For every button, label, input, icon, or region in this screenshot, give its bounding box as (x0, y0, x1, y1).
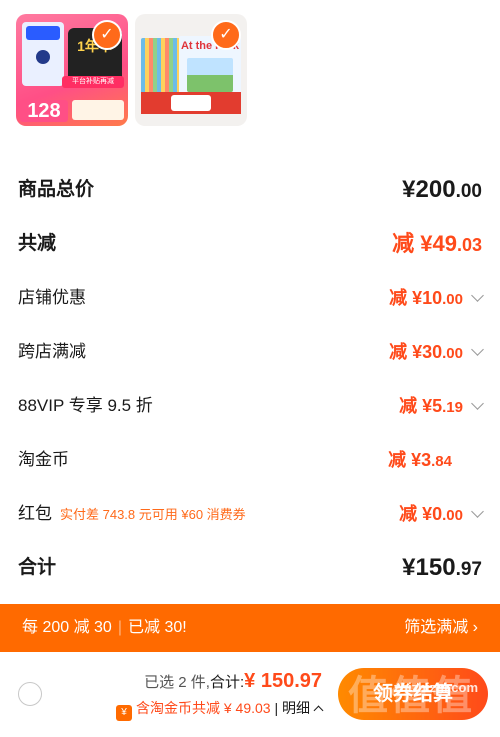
vip-discount-row[interactable]: 88VIP 专享 9.5 折 减 ¥5.19 (18, 391, 484, 423)
detail-link: 明细 (282, 700, 310, 716)
red-packet-label: 红包 实付差 743.8 元可用 ¥60 消费券 (18, 504, 246, 523)
shop-discount-value: 减 ¥10.00 (389, 283, 484, 315)
total-reduction-row: 共减 减 ¥49.03 (18, 229, 482, 259)
promo-status: 每 200 减 30 | 已减 30! (22, 619, 187, 636)
chevron-up-icon (313, 705, 324, 716)
coin-discount-detail[interactable]: ¥ 含淘金币共减 ¥ 49.03 | 明细 (115, 698, 324, 721)
product-thumbnail-books[interactable]: At the Park ✓ (135, 14, 247, 126)
shop-discount-row[interactable]: 店铺优惠 减 ¥10.00 (18, 283, 484, 315)
cross-store-discount-row[interactable]: 跨店满减 减 ¥30.00 (18, 337, 484, 369)
sum-label: 合计 (18, 557, 57, 578)
taojinbi-value: 减 ¥3.84 (388, 450, 452, 470)
red-packet-value: 减 ¥0.00 (399, 499, 484, 531)
checkmark-icon[interactable]: ✓ (92, 20, 122, 50)
total-price-row: 商品总价 ¥200.00 (18, 175, 482, 205)
checkout-bar: 已选 2 件,合计:¥ 150.97 ¥ 含淘金币共减 ¥ 49.03 | 明细 … (0, 652, 500, 737)
total-price-label: 商品总价 (18, 179, 95, 200)
cross-store-discount-value: 减 ¥30.00 (389, 337, 484, 369)
sum-value: ¥150.97 (402, 554, 482, 581)
select-all-radio[interactable] (18, 682, 42, 706)
selection-summary: 已选 2 件,合计:¥ 150.97 (144, 670, 322, 692)
cross-store-discount-label: 跨店满减 (18, 342, 86, 361)
book-box (141, 92, 241, 114)
filter-discount-link[interactable]: 筛选满减 › (404, 604, 478, 652)
taojinbi-row: 淘金币 减 ¥3.84 (18, 445, 482, 475)
chevron-down-icon[interactable] (471, 397, 484, 410)
chevron-down-icon[interactable] (471, 289, 484, 302)
price-badge: 128 (20, 100, 68, 122)
chevron-down-icon[interactable] (471, 505, 484, 518)
subsidy-banner: 平台补贴再减 (62, 76, 124, 88)
selected-items-strip: 1年卡 平台补贴再减 128 ✓ At the Park ✓ (0, 0, 500, 150)
card-graphic (22, 22, 64, 86)
sum-row: 合计 ¥150.97 (18, 553, 482, 583)
promo-strip (72, 100, 124, 120)
total-reduction-value: 减 ¥49.03 (392, 231, 482, 256)
chevron-down-icon[interactable] (471, 343, 484, 356)
checkmark-icon[interactable]: ✓ (211, 20, 241, 50)
vip-discount-label: 88VIP 专享 9.5 折 (18, 396, 153, 415)
checkout-button[interactable]: 领券结算 值值值 zhizhizhi.com (338, 668, 488, 720)
checkout-total: ¥ 150.97 (244, 670, 322, 692)
product-thumbnail-vip-card[interactable]: 1年卡 平台补贴再减 128 ✓ (16, 14, 128, 126)
promo-bar: 每 200 减 30 | 已减 30! 筛选满减 › (0, 604, 500, 652)
coin-icon: ¥ (115, 705, 132, 721)
shop-discount-label: 店铺优惠 (18, 288, 86, 307)
watermark-text: zhizhizhi.com (393, 680, 479, 695)
vip-discount-value: 减 ¥5.19 (399, 391, 484, 423)
red-packet-note: 实付差 743.8 元可用 ¥60 消费券 (60, 507, 246, 522)
total-reduction-label: 共减 (18, 233, 57, 254)
total-price-value: ¥200.00 (402, 176, 482, 203)
taojinbi-label: 淘金币 (18, 450, 69, 469)
red-packet-row[interactable]: 红包 实付差 743.8 元可用 ¥60 消费券 减 ¥0.00 (18, 499, 484, 531)
